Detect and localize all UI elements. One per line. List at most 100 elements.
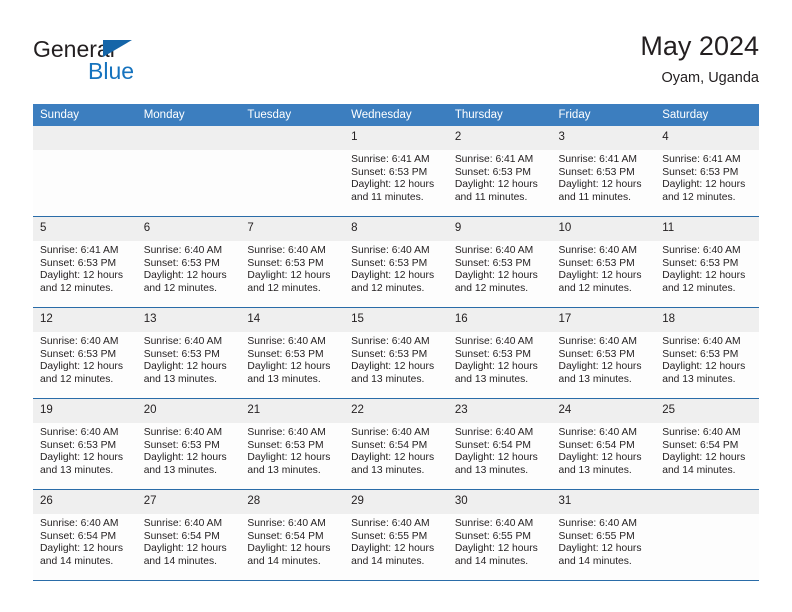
day-sun-info: Sunrise: 6:40 AM Sunset: 6:53 PM Daylight:… <box>552 332 656 386</box>
calendar-day-cell[interactable]: 26 Sunrise: 6:40 AM Sunset: 6:54 PM Dayligh… <box>33 489 137 581</box>
calendar-day-cell[interactable]: 3 Sunrise: 6:41 AM Sunset: 6:53 PM Daylight… <box>551 126 656 217</box>
day-info-line: Daylight: 12 hours <box>558 452 642 464</box>
calendar-day-cell[interactable]: 23 Sunrise: 6:40 AM Sunset: 6:54 PM Dayligh… <box>447 398 552 490</box>
day-sun-info: Sunrise: 6:40 AM Sunset: 6:54 PM Daylight:… <box>33 514 137 568</box>
calendar-day-cell[interactable]: 7 Sunrise: 6:40 AM Sunset: 6:53 PM Daylight… <box>240 216 345 308</box>
day-info-line: Sunrise: 6:41 AM <box>662 154 741 165</box>
page-header: General Blue May 2024 Oyam, Uganda <box>33 30 759 100</box>
day-sun-info: Sunrise: 6:40 AM Sunset: 6:54 PM Daylight:… <box>344 423 448 477</box>
calendar-week-row: 1 Sunrise: 6:41 AM Sunset: 6:53 PM Daylight… <box>33 126 759 217</box>
calendar-day-cell[interactable]: 30 Sunrise: 6:40 AM Sunset: 6:55 PM Dayligh… <box>447 489 552 581</box>
day-info-line: Sunset: 6:54 PM <box>558 439 635 451</box>
day-number: 1 <box>344 126 448 150</box>
calendar-day-cell[interactable]: 6 Sunrise: 6:40 AM Sunset: 6:53 PM Daylight… <box>136 216 241 308</box>
day-info-line: Sunset: 6:54 PM <box>143 530 220 542</box>
day-info-line: and 13 minutes. <box>351 373 425 385</box>
day-number: 7 <box>240 217 345 241</box>
day-sun-info: Sunrise: 6:40 AM Sunset: 6:54 PM Daylight:… <box>240 514 344 568</box>
day-info-line: Sunset: 6:53 PM <box>143 348 220 360</box>
day-info-line: Sunrise: 6:40 AM <box>40 518 119 529</box>
calendar-day-cell[interactable]: 17 Sunrise: 6:40 AM Sunset: 6:53 PM Dayligh… <box>551 307 656 399</box>
calendar-day-cell[interactable]: 4 Sunrise: 6:41 AM Sunset: 6:53 PM Daylight… <box>655 126 759 217</box>
day-info-line: Sunrise: 6:40 AM <box>143 336 223 347</box>
weekday-header-thursday: Thursday <box>447 104 552 126</box>
day-number: 26 <box>33 490 137 514</box>
calendar-day-cell[interactable]: 16 Sunrise: 6:40 AM Sunset: 6:53 PM Dayligh… <box>447 307 552 399</box>
calendar-day-cell[interactable]: 24 Sunrise: 6:40 AM Sunset: 6:54 PM Dayligh… <box>551 398 656 490</box>
day-info-line: Daylight: 12 hours <box>143 270 227 282</box>
calendar-day-cell[interactable]: 19 Sunrise: 6:40 AM Sunset: 6:53 PM Dayligh… <box>33 398 137 490</box>
calendar-day-cell[interactable]: 20 Sunrise: 6:40 AM Sunset: 6:53 PM Dayligh… <box>136 398 241 490</box>
calendar-day-cell[interactable]: 21 Sunrise: 6:40 AM Sunset: 6:53 PM Dayligh… <box>240 398 345 490</box>
day-info-line: Sunset: 6:53 PM <box>662 166 739 178</box>
day-sun-info: Sunrise: 6:40 AM Sunset: 6:55 PM Daylight:… <box>344 514 448 568</box>
calendar-day-cell[interactable]: 13 Sunrise: 6:40 AM Sunset: 6:53 PM Dayligh… <box>136 307 241 399</box>
day-info-line: Sunset: 6:53 PM <box>247 439 324 451</box>
calendar-day-cell[interactable]: 8 Sunrise: 6:40 AM Sunset: 6:53 PM Daylight… <box>344 216 448 308</box>
calendar-day-cell[interactable]: 31 Sunrise: 6:40 AM Sunset: 6:55 PM Dayligh… <box>551 489 656 581</box>
day-info-line: and 13 minutes. <box>454 464 529 476</box>
day-info-line: and 11 minutes. <box>558 191 632 203</box>
day-info-line: Sunset: 6:53 PM <box>40 348 117 360</box>
day-info-line: Sunrise: 6:41 AM <box>351 154 430 165</box>
day-info-line: Daylight: 12 hours <box>558 270 642 282</box>
calendar-day-cell[interactable]: 29 Sunrise: 6:40 AM Sunset: 6:55 PM Dayligh… <box>344 489 448 581</box>
day-number: 23 <box>447 399 552 423</box>
day-sun-info: Sunrise: 6:40 AM Sunset: 6:53 PM Daylight:… <box>344 241 448 295</box>
day-info-line: Sunrise: 6:40 AM <box>454 245 534 256</box>
brand-name-blue: Blue <box>88 58 135 84</box>
calendar-day-cell[interactable]: 1 Sunrise: 6:41 AM Sunset: 6:53 PM Daylight… <box>344 126 448 217</box>
calendar-day-cell[interactable]: 27 Sunrise: 6:40 AM Sunset: 6:54 PM Dayligh… <box>136 489 241 581</box>
day-info-line: Daylight: 12 hours <box>40 543 123 555</box>
calendar-day-cell[interactable]: 5 Sunrise: 6:41 AM Sunset: 6:53 PM Daylight… <box>33 216 137 308</box>
calendar-day-cell[interactable]: 18 Sunrise: 6:40 AM Sunset: 6:53 PM Dayligh… <box>655 307 759 399</box>
weekday-header-tuesday: Tuesday <box>240 104 345 126</box>
calendar-day-cell[interactable]: 12 Sunrise: 6:40 AM Sunset: 6:53 PM Dayligh… <box>33 307 137 399</box>
calendar-day-cell-empty <box>655 489 759 581</box>
day-info-line: and 13 minutes. <box>454 373 529 385</box>
calendar-day-cell[interactable]: 14 Sunrise: 6:40 AM Sunset: 6:53 PM Dayligh… <box>240 307 345 399</box>
day-number: 4 <box>655 126 759 150</box>
calendar-day-cell[interactable]: 10 Sunrise: 6:40 AM Sunset: 6:53 PM Dayligh… <box>551 216 656 308</box>
calendar-day-cell[interactable]: 28 Sunrise: 6:40 AM Sunset: 6:54 PM Dayligh… <box>240 489 345 581</box>
day-info-line: and 12 minutes. <box>40 282 114 294</box>
day-sun-info: Sunrise: 6:40 AM Sunset: 6:53 PM Daylight:… <box>448 241 552 295</box>
day-info-line: and 13 minutes. <box>662 373 736 385</box>
day-sun-info: Sunrise: 6:40 AM Sunset: 6:53 PM Daylight:… <box>137 241 241 295</box>
day-info-line: Daylight: 12 hours <box>247 452 331 464</box>
day-number: 9 <box>447 217 552 241</box>
weekday-header-monday: Monday <box>136 104 241 126</box>
day-info-line: and 12 minutes. <box>143 282 217 294</box>
calendar-day-cell[interactable]: 25 Sunrise: 6:40 AM Sunset: 6:54 PM Dayligh… <box>655 398 759 490</box>
day-info-line: Sunrise: 6:40 AM <box>247 245 326 256</box>
day-info-line: Sunset: 6:55 PM <box>351 530 428 542</box>
day-number <box>655 490 759 514</box>
calendar-day-cell[interactable]: 11 Sunrise: 6:40 AM Sunset: 6:53 PM Dayligh… <box>655 216 759 308</box>
day-info-line: Sunrise: 6:40 AM <box>454 427 534 438</box>
day-sun-info: Sunrise: 6:40 AM Sunset: 6:53 PM Daylight:… <box>240 423 344 477</box>
calendar-day-cell[interactable]: 9 Sunrise: 6:40 AM Sunset: 6:53 PM Daylight… <box>447 216 552 308</box>
brand-logo[interactable]: General Blue <box>33 36 273 94</box>
day-info-line: Sunset: 6:55 PM <box>454 530 531 542</box>
calendar-week-row: 12 Sunrise: 6:40 AM Sunset: 6:53 PM Dayligh… <box>33 307 759 399</box>
day-number: 31 <box>551 490 656 514</box>
day-info-line: and 12 minutes. <box>454 282 529 294</box>
day-info-line: Sunrise: 6:40 AM <box>247 336 326 347</box>
day-info-line: and 13 minutes. <box>351 464 425 476</box>
calendar-day-cell-empty <box>136 126 241 217</box>
calendar-day-cell[interactable]: 2 Sunrise: 6:41 AM Sunset: 6:53 PM Daylight… <box>447 126 552 217</box>
day-info-line: Daylight: 12 hours <box>40 361 123 373</box>
day-info-line: Daylight: 12 hours <box>558 543 642 555</box>
calendar-day-cell[interactable]: 22 Sunrise: 6:40 AM Sunset: 6:54 PM Dayligh… <box>344 398 448 490</box>
day-info-line: Daylight: 12 hours <box>351 452 435 464</box>
day-sun-info: Sunrise: 6:40 AM Sunset: 6:53 PM Daylight:… <box>137 423 241 477</box>
day-info-line: Sunset: 6:54 PM <box>454 439 531 451</box>
day-number: 21 <box>240 399 345 423</box>
day-info-line: Sunrise: 6:40 AM <box>40 427 119 438</box>
calendar-day-cell[interactable]: 15 Sunrise: 6:40 AM Sunset: 6:53 PM Dayligh… <box>344 307 448 399</box>
day-number: 13 <box>136 308 241 332</box>
day-info-line: Sunset: 6:53 PM <box>662 257 739 269</box>
day-info-line: Daylight: 12 hours <box>558 179 642 191</box>
day-info-line: Sunset: 6:54 PM <box>40 530 117 542</box>
day-info-line: and 12 minutes. <box>351 282 425 294</box>
